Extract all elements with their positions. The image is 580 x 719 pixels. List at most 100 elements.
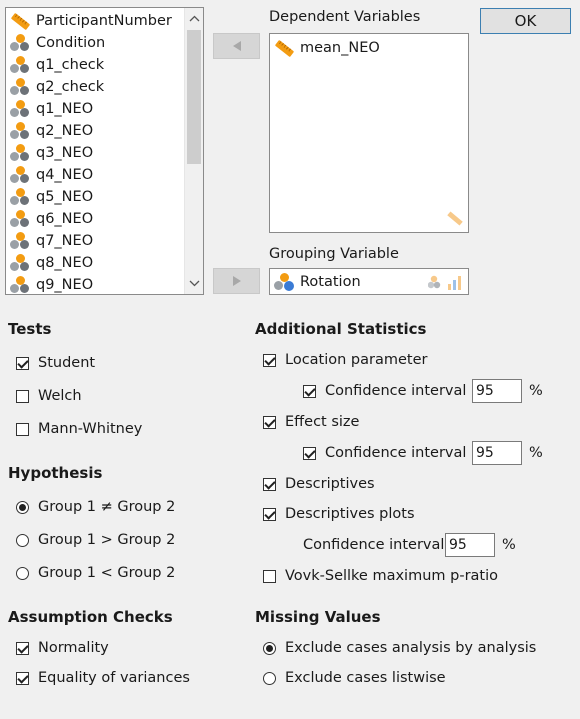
scale-type-hint-icon [447, 211, 463, 227]
variable-name: q1_NEO [36, 101, 94, 117]
left-arrow-icon [232, 41, 241, 51]
normality-label: Normality [38, 640, 109, 656]
hypothesis-less-option[interactable]: Group 1 < Group 2 [16, 565, 175, 581]
nominal-icon [9, 209, 31, 229]
variable-name: q6_NEO [36, 211, 94, 227]
location-ci-checkbox[interactable] [303, 384, 316, 398]
variable-list-item[interactable]: q6_NEO [9, 208, 93, 230]
welch-option[interactable]: Welch [16, 388, 82, 404]
dependent-item[interactable]: mean_NEO [273, 37, 380, 59]
hypothesis-not-equal-option[interactable]: Group 1 ≠ Group 2 [16, 499, 175, 515]
variable-list-item[interactable]: q5_NEO [9, 186, 93, 208]
hypothesis-less-label: Group 1 < Group 2 [38, 565, 176, 581]
exclude-analysis-label: Exclude cases analysis by analysis [285, 640, 537, 656]
scroll-down-arrow[interactable] [187, 275, 202, 292]
plots-ci-input[interactable]: 95 [445, 533, 495, 557]
mann-whitney-checkbox[interactable] [16, 422, 29, 436]
variable-name: q9_NEO [36, 277, 94, 293]
variable-list-item[interactable]: q3_NEO [9, 142, 93, 164]
grouping-variable-label: Grouping Variable [269, 246, 399, 262]
equality-of-variances-label: Equality of variances [38, 670, 190, 686]
nominal-icon [9, 99, 31, 119]
student-label: Student [38, 355, 96, 371]
exclude-listwise-label: Exclude cases listwise [285, 670, 446, 686]
descriptives-checkbox[interactable] [263, 477, 276, 491]
nominal-icon [9, 121, 31, 141]
dependent-variables-box[interactable]: mean_NEO [269, 33, 469, 233]
nominal-icon [9, 275, 31, 294]
effect-ci-option[interactable]: Confidence interval [303, 445, 466, 461]
effect-size-checkbox[interactable] [263, 415, 276, 429]
location-ci-input[interactable]: 95 [472, 379, 522, 403]
hypothesis-greater-label: Group 1 > Group 2 [38, 532, 176, 548]
variable-name: q3_NEO [36, 145, 94, 161]
descriptives-plots-checkbox[interactable] [263, 507, 276, 521]
variable-list-item[interactable]: q2_NEO [9, 120, 93, 142]
mann-whitney-option[interactable]: Mann-Whitney [16, 421, 142, 437]
equality-of-variances-checkbox[interactable] [16, 671, 29, 685]
effect-ci-label: Confidence interval [325, 445, 467, 461]
descriptives-plots-option[interactable]: Descriptives plots [263, 506, 415, 522]
plots-ci-unit: % [502, 537, 516, 553]
normality-checkbox[interactable] [16, 641, 29, 655]
scroll-up-arrow[interactable] [187, 10, 202, 27]
effect-size-option[interactable]: Effect size [263, 414, 359, 430]
scroll-thumb[interactable] [187, 30, 201, 164]
effect-ci-input[interactable]: 95 [472, 441, 522, 465]
tests-heading: Tests [8, 320, 52, 338]
move-to-grouping-button[interactable] [213, 268, 260, 294]
hypothesis-less-radio[interactable] [16, 566, 29, 580]
assumption-checks-heading: Assumption Checks [8, 608, 173, 626]
descriptives-option[interactable]: Descriptives [263, 476, 375, 492]
grouping-variable-value: Rotation [300, 274, 361, 290]
variable-list[interactable]: ParticipantNumber Condition q1_check q2_che… [5, 7, 204, 295]
nominal-icon [9, 33, 31, 53]
location-parameter-option[interactable]: Location parameter [263, 352, 428, 368]
variable-name: ParticipantNumber [36, 13, 172, 29]
descriptives-label: Descriptives [285, 476, 375, 492]
nominal-icon [9, 143, 31, 163]
exclude-listwise-option[interactable]: Exclude cases listwise [263, 670, 446, 686]
variable-list-item[interactable]: q2_check [9, 76, 104, 98]
exclude-listwise-radio[interactable] [263, 671, 276, 685]
scale-icon [9, 11, 31, 31]
hypothesis-greater-radio[interactable] [16, 533, 29, 547]
welch-checkbox[interactable] [16, 389, 29, 403]
vovk-sellke-option[interactable]: Vovk-Sellke maximum p-ratio [263, 568, 498, 584]
location-parameter-checkbox[interactable] [263, 353, 276, 367]
nominal-icon [9, 165, 31, 185]
missing-values-heading: Missing Values [255, 608, 381, 626]
variable-list-item[interactable]: q9_NEO [9, 274, 94, 294]
variable-name: q4_NEO [36, 167, 94, 183]
variable-name: q2_check [36, 79, 105, 95]
move-to-dependent-button[interactable] [213, 33, 260, 59]
variable-list-item[interactable]: Condition [9, 32, 105, 54]
hypothesis-heading: Hypothesis [8, 464, 103, 482]
vovk-sellke-checkbox[interactable] [263, 569, 276, 583]
nominal-text-icon [273, 272, 295, 292]
equality-of-variances-option[interactable]: Equality of variances [16, 670, 190, 686]
hypothesis-not-equal-radio[interactable] [16, 500, 29, 514]
location-parameter-label: Location parameter [285, 352, 428, 368]
ok-button[interactable]: OK [480, 8, 571, 34]
student-checkbox[interactable] [16, 356, 29, 370]
student-option[interactable]: Student [16, 355, 95, 371]
hypothesis-greater-option[interactable]: Group 1 > Group 2 [16, 532, 175, 548]
dependent-variables-label: Dependent Variables [269, 9, 421, 25]
descriptives-plots-label: Descriptives plots [285, 506, 415, 522]
effect-ci-checkbox[interactable] [303, 446, 316, 460]
grouping-variable-box[interactable]: Rotation [269, 268, 469, 295]
location-ci-option[interactable]: Confidence interval [303, 383, 466, 399]
exclude-analysis-radio[interactable] [263, 641, 276, 655]
normality-option[interactable]: Normality [16, 640, 109, 656]
variable-list-item[interactable]: q4_NEO [9, 164, 93, 186]
exclude-analysis-option[interactable]: Exclude cases analysis by analysis [263, 640, 536, 656]
nominal-icon [9, 55, 31, 75]
variable-list-item[interactable]: ParticipantNumber [9, 10, 172, 32]
variable-list-item[interactable]: q7_NEO [9, 230, 93, 252]
variable-list-scrollbar[interactable] [184, 8, 203, 294]
variable-list-item[interactable]: q1_check [9, 54, 104, 76]
variable-list-item[interactable]: q1_NEO [9, 98, 93, 120]
additional-statistics-heading: Additional Statistics [255, 320, 427, 338]
variable-list-item[interactable]: q8_NEO [9, 252, 93, 274]
